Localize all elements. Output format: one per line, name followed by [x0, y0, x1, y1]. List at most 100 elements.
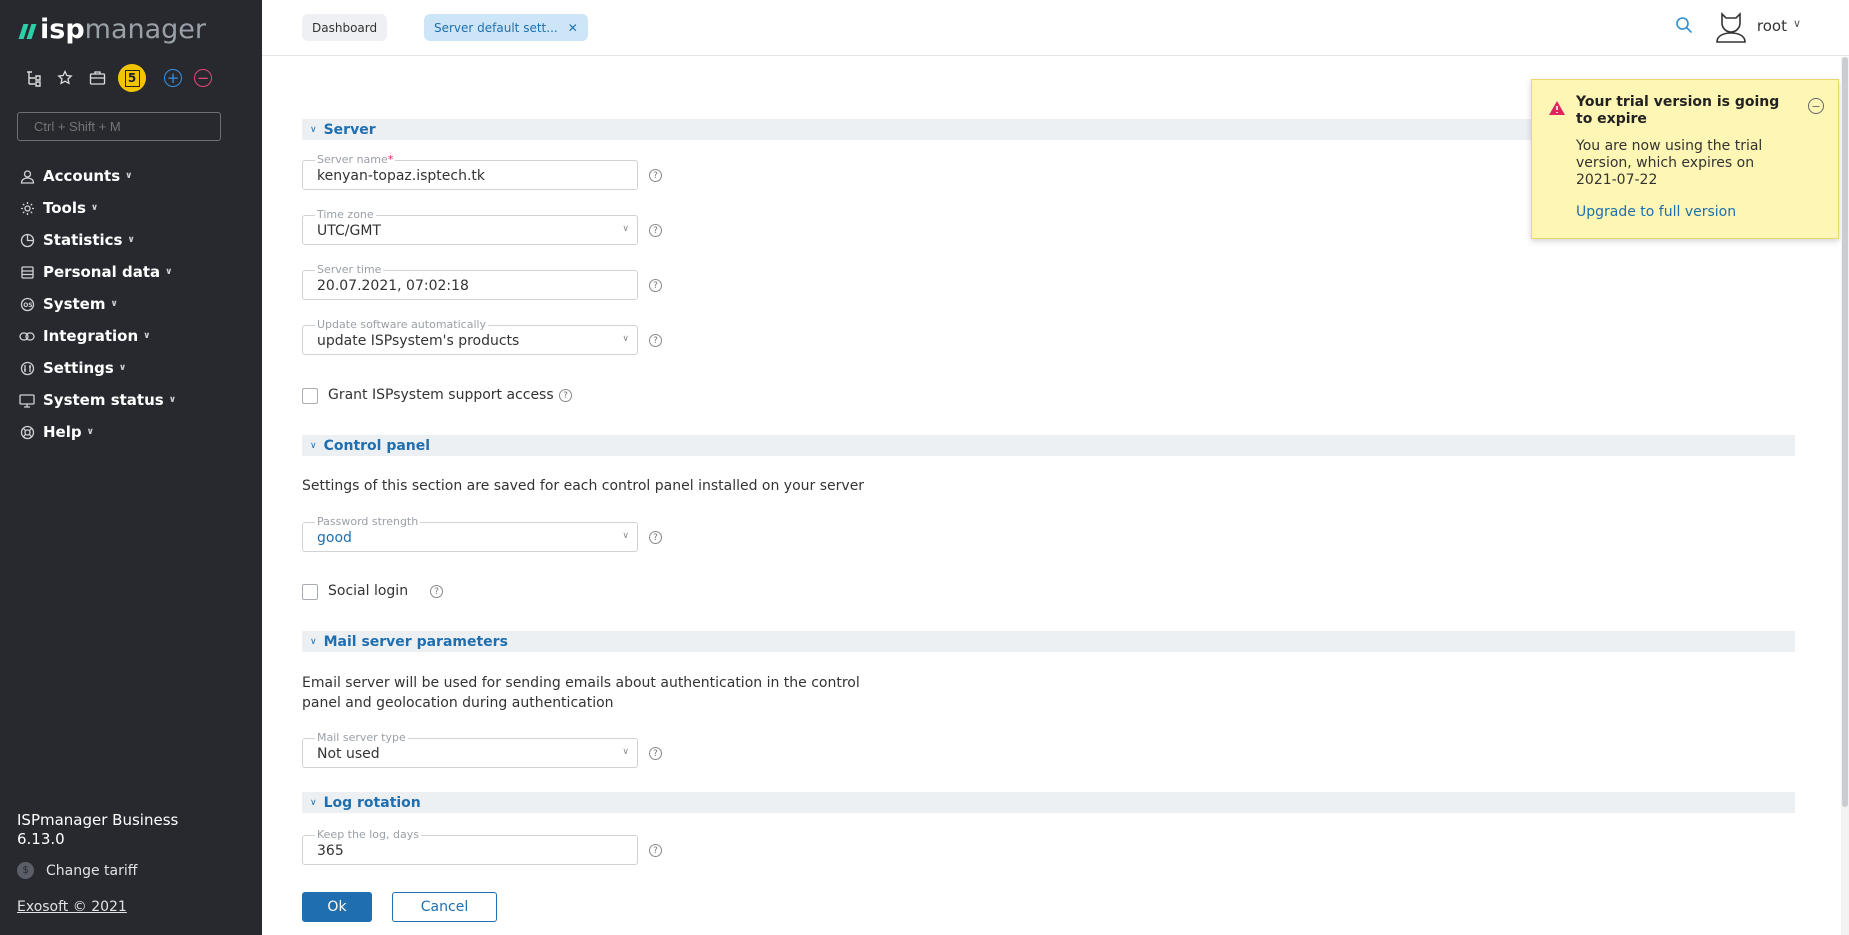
help-icon[interactable]: ?	[649, 169, 662, 182]
password-strength-select[interactable]: Password strength good ∨	[302, 515, 638, 552]
notifications-badge[interactable]: 5	[118, 64, 146, 92]
help-icon[interactable]: ?	[559, 389, 572, 402]
chevron-down-icon[interactable]: ∨	[1793, 17, 1801, 30]
chevron-down-icon: ∨	[622, 224, 629, 234]
mail-server-type-select[interactable]: Mail server type Not used ∨	[302, 731, 638, 768]
top-bar: Dashboard Server default sett... ✕ root …	[262, 0, 1849, 56]
ok-button[interactable]: Ok	[302, 892, 372, 922]
collapse-all-icon[interactable]: −	[194, 69, 212, 87]
nav-label: Help	[43, 423, 82, 441]
scrollbar-thumb[interactable]	[1842, 57, 1848, 807]
nav-item-system[interactable]: OS System ∨	[18, 288, 176, 320]
search-icon[interactable]	[1675, 16, 1693, 34]
change-tariff-link[interactable]: $ Change tariff	[17, 862, 137, 879]
avatar[interactable]	[1713, 8, 1749, 44]
help-icon[interactable]: ?	[649, 844, 662, 857]
menu-search-input[interactable]	[17, 112, 221, 141]
keep-log-days-field[interactable]: Keep the log, days 365	[302, 828, 638, 865]
field-label: Mail server type	[315, 731, 408, 744]
upgrade-link[interactable]: Upgrade to full version	[1576, 204, 1736, 220]
os-icon: OS	[18, 295, 36, 313]
cancel-button[interactable]: Cancel	[392, 892, 497, 922]
time-zone-value: UTC/GMT	[317, 223, 381, 239]
user-icon	[18, 167, 36, 185]
nav-label: System status	[43, 391, 164, 409]
chevron-down-icon: ∨	[86, 427, 94, 437]
server-time-value: 20.07.2021, 07:02:18	[317, 278, 469, 294]
star-icon[interactable]	[54, 67, 76, 89]
help-icon[interactable]: ?	[649, 531, 662, 544]
notification-text: You are now using the trial version, whi…	[1576, 138, 1763, 188]
field-label: Update software automatically	[315, 318, 489, 331]
nav-item-integration[interactable]: Integration ∨	[18, 320, 176, 352]
nav-label: Personal data	[43, 263, 161, 281]
logo-text-light: manager	[84, 14, 207, 45]
password-strength-value: good	[317, 530, 352, 546]
nav-label: Accounts	[43, 167, 121, 185]
section-control-panel[interactable]: ∨ Control panel	[302, 435, 1795, 456]
product-version: ISPmanager Business 6.13.0	[17, 811, 179, 848]
section-title: Server	[323, 121, 376, 138]
nav-item-settings[interactable]: Settings ∨	[18, 352, 176, 384]
copyright-link[interactable]: Exosoft © 2021	[17, 899, 127, 915]
expand-all-icon[interactable]: +	[164, 69, 182, 87]
logo[interactable]: isp manager	[18, 14, 206, 45]
notifications-count: 5	[124, 69, 140, 87]
social-login-checkbox[interactable]	[302, 584, 318, 600]
briefcase-icon[interactable]	[86, 67, 108, 89]
coin-icon: $	[17, 862, 34, 879]
scrollbar[interactable]	[1841, 57, 1849, 935]
update-software-select[interactable]: Update software automatically update ISP…	[302, 318, 638, 355]
time-zone-select[interactable]: Time zone UTC/GMT ∨	[302, 208, 638, 245]
tab-dashboard[interactable]: Dashboard	[302, 14, 388, 41]
grant-access-label[interactable]: Grant ISPsystem support access	[328, 387, 554, 403]
chevron-down-icon: ∨	[90, 203, 99, 213]
section-title: Mail server parameters	[323, 633, 508, 650]
nav-item-statistics[interactable]: Statistics ∨	[18, 224, 176, 256]
help-icon[interactable]: ?	[649, 279, 662, 292]
nav-item-personal-data[interactable]: Personal data ∨	[18, 256, 176, 288]
nav-item-help[interactable]: Help ∨	[18, 416, 176, 448]
social-login-label[interactable]: Social login	[328, 583, 408, 599]
dismiss-icon[interactable]: −	[1808, 98, 1824, 114]
keep-log-days-value: 365	[317, 843, 344, 859]
nav-item-system-status[interactable]: System status ∨	[18, 384, 176, 416]
username[interactable]: root	[1757, 17, 1787, 35]
chevron-down-icon: ∨	[622, 531, 629, 541]
chevron-down-icon: ∨	[110, 299, 118, 309]
field-label: Time zone	[315, 208, 376, 221]
settings-dial-icon	[18, 359, 36, 377]
control-panel-description: Settings of this section are saved for e…	[302, 478, 865, 494]
monitor-icon	[18, 391, 36, 409]
grant-access-checkbox[interactable]	[302, 388, 318, 404]
chevron-down-icon: ∨	[165, 267, 173, 277]
section-mail-server[interactable]: ∨ Mail server parameters	[302, 631, 1795, 652]
section-log-rotation[interactable]: ∨ Log rotation	[302, 792, 1795, 813]
update-software-value: update ISPsystem's products	[317, 333, 520, 349]
database-icon	[18, 263, 36, 281]
chevron-down-icon: ∨	[168, 395, 177, 405]
chevron-down-icon: ∨	[310, 440, 317, 451]
section-title: Control panel	[323, 437, 431, 454]
help-icon[interactable]: ?	[649, 224, 662, 237]
mail-server-type-value: Not used	[317, 746, 380, 762]
nav-item-accounts[interactable]: Accounts ∨	[18, 160, 176, 192]
help-icon[interactable]: ?	[649, 334, 662, 347]
warning-icon	[1548, 100, 1566, 116]
logo-mark-icon	[18, 22, 36, 40]
tab-server-default-settings[interactable]: Server default sett... ✕	[424, 14, 588, 41]
tab-label: Dashboard	[312, 20, 378, 35]
tab-label: Server default sett...	[434, 20, 558, 35]
close-icon[interactable]: ✕	[568, 21, 578, 35]
nav-item-tools[interactable]: Tools ∨	[18, 192, 176, 224]
chevron-down-icon: ∨	[118, 363, 127, 373]
link-icon	[18, 327, 36, 345]
gear-icon	[18, 199, 36, 217]
tree-menu-icon[interactable]	[22, 67, 44, 89]
server-time-field[interactable]: Server time 20.07.2021, 07:02:18	[302, 263, 638, 300]
help-icon[interactable]: ?	[430, 585, 443, 598]
trial-expiry-notification: Your trial version is going to expire Yo…	[1531, 79, 1839, 239]
server-name-field[interactable]: Server name* kenyan-topaz.isptech.tk	[302, 153, 638, 190]
help-icon[interactable]: ?	[649, 747, 662, 760]
pie-chart-icon	[18, 231, 36, 249]
